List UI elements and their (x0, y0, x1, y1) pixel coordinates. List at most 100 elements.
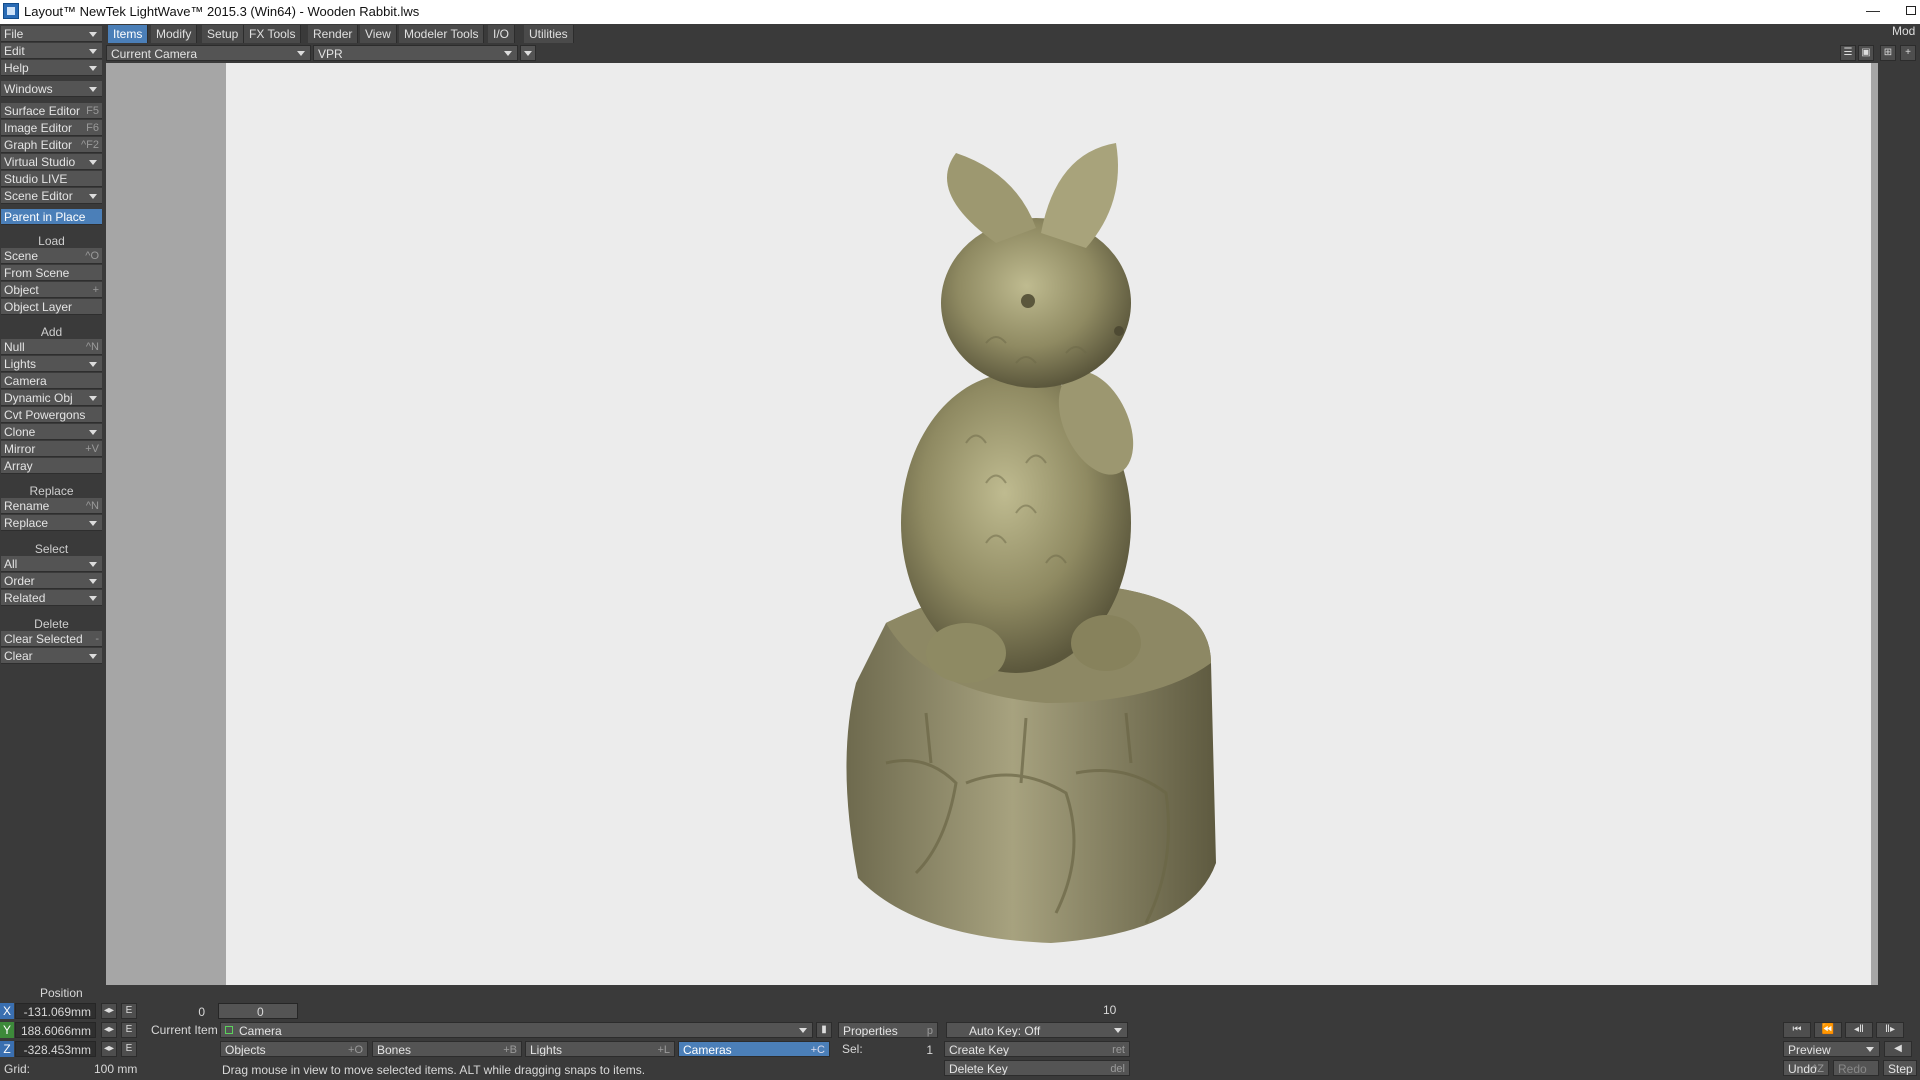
auto-key-select[interactable]: Auto Key: Off (946, 1022, 1128, 1038)
envelope-x-button[interactable]: E (121, 1003, 137, 1019)
select-bones-button[interactable]: Bones +B (372, 1041, 522, 1057)
tab-render[interactable]: Render (308, 25, 359, 43)
tab-utilities[interactable]: Utilities (524, 25, 574, 43)
item-options-icon[interactable]: ▮ (816, 1022, 832, 1038)
windows-menu[interactable]: Windows (1, 81, 102, 97)
chevron-down-icon (89, 66, 97, 71)
edit-menu[interactable]: Edit (1, 43, 102, 59)
create-key-button[interactable]: Create Key ret (944, 1041, 1130, 1057)
x-position-field[interactable]: -131.069mm (15, 1003, 96, 1019)
button-label: Redo (1838, 1062, 1867, 1076)
file-menu[interactable]: File (1, 26, 102, 42)
select-related-menu[interactable]: Related (1, 590, 102, 606)
tab-fx-tools[interactable]: FX Tools (244, 25, 302, 43)
button-label: Replace (4, 516, 49, 530)
envelope-y-button[interactable]: E (121, 1022, 137, 1038)
tab-items[interactable]: Items (108, 25, 149, 43)
camera-viewport[interactable] (226, 63, 1871, 985)
move-arrows-icon[interactable]: ◂▸ (101, 1022, 117, 1038)
camera-select[interactable]: Current Camera (106, 45, 311, 61)
select-all-menu[interactable]: All (1, 556, 102, 572)
graph-editor-button[interactable]: Graph Editor ^F2 (1, 137, 102, 153)
go-to-start-icon[interactable]: ⏮ (1783, 1022, 1811, 1038)
maximize-viewport-icon[interactable]: + (1900, 45, 1916, 61)
button-label: Order (4, 574, 35, 588)
envelope-z-button[interactable]: E (121, 1041, 137, 1057)
button-label: Dynamic Obj (4, 391, 73, 405)
add-dynamic-obj-menu[interactable]: Dynamic Obj (1, 390, 102, 406)
position-label: Position (40, 986, 83, 1000)
start-frame-field[interactable]: 0 (144, 1003, 210, 1019)
save-view-icon[interactable]: ▣ (1858, 45, 1874, 61)
render-mode-select[interactable]: VPR (313, 45, 518, 61)
list-view-icon[interactable]: ☰ (1840, 45, 1856, 61)
select-lights-button[interactable]: Lights +L (525, 1041, 675, 1057)
properties-button[interactable]: Properties p (838, 1022, 938, 1038)
grid-value: 100 mm (94, 1062, 138, 1076)
select-objects-button[interactable]: Objects +O (220, 1041, 368, 1057)
z-position-field[interactable]: -328.453mm (15, 1041, 96, 1057)
cvt-powergons-button[interactable]: Cvt Powergons (1, 407, 102, 423)
surface-editor-button[interactable]: Surface Editor F5 (1, 103, 102, 119)
scene-editor-menu[interactable]: Scene Editor (1, 188, 102, 204)
select-order-menu[interactable]: Order (1, 573, 102, 589)
add-lights-menu[interactable]: Lights (1, 356, 102, 372)
move-arrows-icon[interactable]: ◂▸ (101, 1041, 117, 1057)
current-item-select[interactable]: Camera (220, 1022, 813, 1038)
button-label: Mirror (4, 442, 36, 456)
preview-menu[interactable]: Preview (1783, 1041, 1880, 1057)
load-object-layer-button[interactable]: Object Layer (1, 299, 102, 315)
shortcut-hint: ^N (85, 341, 99, 353)
load-scene-button[interactable]: Scene ^O (1, 248, 102, 264)
array-button[interactable]: Array (1, 458, 102, 474)
virtual-studio-menu[interactable]: Virtual Studio (1, 154, 102, 170)
tab-setup[interactable]: Setup (202, 25, 245, 43)
select-cameras-button[interactable]: Cameras +C (678, 1041, 830, 1057)
load-from-scene-button[interactable]: From Scene (1, 265, 102, 281)
image-editor-button[interactable]: Image Editor F6 (1, 120, 102, 136)
mirror-button[interactable]: Mirror +V (1, 441, 102, 457)
play-forward-icon[interactable]: Ⅱ▸ (1876, 1022, 1904, 1038)
right-toolbar: ⊞ + Mod (1878, 24, 1920, 985)
parent-in-place-toggle[interactable]: Parent in Place (1, 209, 102, 225)
load-object-button[interactable]: Object + (1, 282, 102, 298)
current-frame-slider[interactable]: 0 (218, 1003, 298, 1019)
restore-button[interactable] (1906, 6, 1916, 15)
title-bar: Layout™ NewTek LightWave™ 2015.3 (Win64)… (0, 0, 1920, 24)
button-label: Create Key (949, 1043, 1010, 1057)
tab-modeler-tools[interactable]: Modeler Tools (399, 25, 485, 43)
help-menu[interactable]: Help (1, 60, 102, 76)
chevron-down-icon (89, 430, 97, 435)
chevron-down-icon (89, 579, 97, 584)
chevron-down-icon (89, 160, 97, 165)
move-arrows-icon[interactable]: ◂▸ (101, 1003, 117, 1019)
clone-menu[interactable]: Clone (1, 424, 102, 440)
tab-io[interactable]: I/O (488, 25, 516, 43)
vpr-options-button[interactable] (520, 45, 536, 61)
play-reverse-icon[interactable]: ◂Ⅱ (1845, 1022, 1873, 1038)
grid-label: Grid: (4, 1062, 31, 1076)
button-label: Lights (530, 1043, 563, 1057)
minimize-button[interactable]: — (1866, 2, 1880, 18)
rename-button[interactable]: Rename ^N (1, 498, 102, 514)
previous-key-icon[interactable]: ◀ (1884, 1041, 1912, 1057)
tab-view[interactable]: View (360, 25, 397, 43)
viewport-layout-icon[interactable]: ⊞ (1880, 45, 1896, 61)
redo-button[interactable]: Redo (1833, 1060, 1879, 1076)
shortcut-hint: p (926, 1025, 933, 1037)
step-button[interactable]: Step (1883, 1060, 1917, 1076)
add-null-button[interactable]: Null ^N (1, 339, 102, 355)
replace-menu[interactable]: Replace (1, 515, 102, 531)
studio-live-button[interactable]: Studio LIVE (1, 171, 102, 187)
delete-key-button[interactable]: Delete Key del (944, 1060, 1130, 1076)
step-back-icon[interactable]: ⏪ (1814, 1022, 1842, 1038)
undo-button[interactable]: Undo ^Z (1783, 1060, 1829, 1076)
add-camera-button[interactable]: Camera (1, 373, 102, 389)
y-position-field[interactable]: 188.6066mm (15, 1022, 96, 1038)
clear-selected-button[interactable]: Clear Selected - (1, 631, 102, 647)
main-tab-bar: Items Modify Setup FX Tools Render View … (106, 24, 1920, 43)
clear-menu[interactable]: Clear (1, 648, 102, 664)
tab-modify[interactable]: Modify (151, 25, 198, 43)
button-label: Parent in Place (4, 210, 86, 224)
right-label: Mod (1892, 24, 1916, 38)
